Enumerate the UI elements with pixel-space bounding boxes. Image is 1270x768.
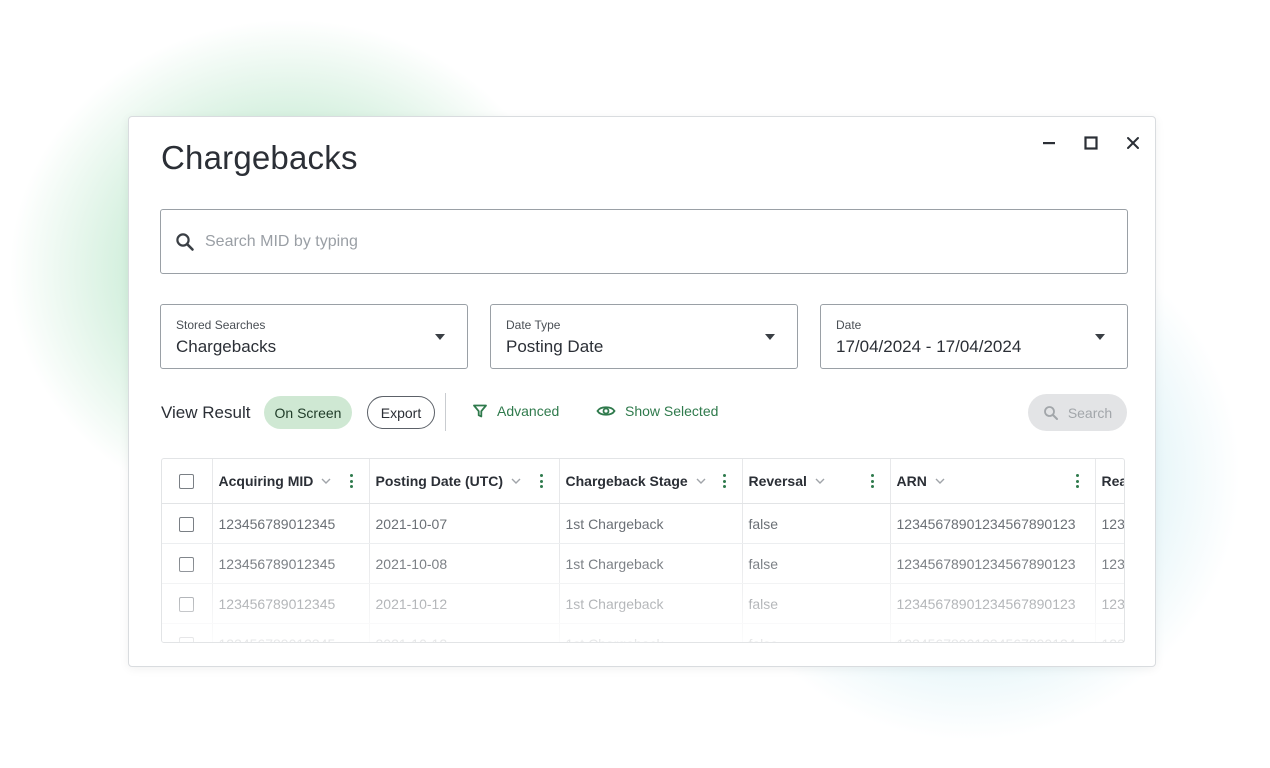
table-cell: 123456789012345: [212, 503, 370, 544]
date-range-select[interactable]: Date 17/04/2024 - 17/04/2024: [820, 304, 1128, 369]
caret-down-icon: [765, 334, 775, 340]
search-icon: [176, 232, 194, 251]
date-type-label: Date Type: [506, 318, 561, 332]
table-cell: 2021-10-07: [369, 503, 560, 544]
column-title: Acquiring MID: [218, 473, 314, 489]
mid-search-box[interactable]: [160, 209, 1128, 274]
search-button[interactable]: Search: [1028, 394, 1127, 431]
table-cell: 12345678901234567890123: [890, 503, 1096, 544]
table-row[interactable]: 123456789012345 2021-10-12 1st Chargebac…: [162, 583, 1124, 624]
column-header[interactable]: Posting Date (UTC): [369, 459, 560, 504]
column-header[interactable]: Rea: [1095, 459, 1125, 504]
table-cell: 12345678901234567890124: [890, 623, 1096, 642]
row-select-cell: [162, 623, 213, 642]
row-select-cell: [162, 543, 213, 584]
column-header[interactable]: Reversal: [742, 459, 891, 504]
maximize-button[interactable]: [1077, 131, 1105, 155]
stored-searches-value: Chargebacks: [176, 337, 277, 356]
close-button[interactable]: [1119, 131, 1147, 155]
table-cell: false: [742, 583, 891, 624]
row-checkbox[interactable]: [179, 636, 195, 642]
table-cell: 123456789012345: [212, 583, 370, 624]
stored-searches-select[interactable]: Stored Searches Chargebacks: [160, 304, 468, 369]
column-header[interactable]: ARN: [890, 459, 1096, 504]
caret-down-icon: [435, 334, 445, 340]
column-menu-icon[interactable]: [1071, 473, 1085, 489]
column-header[interactable]: Acquiring MID: [212, 459, 370, 504]
advanced-filter-button[interactable]: Advanced: [472, 401, 559, 421]
window-title: Chargebacks: [161, 139, 358, 176]
caret-down-icon: [1095, 334, 1105, 340]
table-cell: 12345678901234567890123: [890, 583, 1096, 624]
column-title: Reversal: [748, 473, 807, 489]
table-cell: 123: [1095, 623, 1124, 642]
column-menu-icon[interactable]: [866, 473, 880, 489]
column-title: Chargeback Stage: [565, 473, 688, 489]
close-icon: [1127, 137, 1139, 149]
maximize-icon: [1084, 136, 1098, 150]
row-select-cell: [162, 503, 213, 544]
table-cell: 12345678901234567890123: [890, 543, 1096, 584]
table-cell: 2021-10-12: [369, 623, 560, 642]
table-cell: 123: [1095, 543, 1124, 584]
date-value: 17/04/2024 - 17/04/2024: [836, 337, 1022, 356]
date-type-select[interactable]: Date Type Posting Date: [490, 304, 798, 369]
column-title: Rea: [1101, 473, 1125, 489]
column-title: Posting Date (UTC): [375, 473, 504, 489]
table-cell: 123456789012345: [212, 623, 370, 642]
chevron-down-icon[interactable]: [933, 474, 947, 488]
table-cell: 1st Chargeback: [559, 543, 743, 584]
mid-search-input[interactable]: [205, 232, 1085, 251]
column-menu-icon[interactable]: [535, 473, 549, 489]
table-cell: false: [742, 543, 891, 584]
show-selected-label: Show Selected: [625, 403, 719, 419]
table-cell: 2021-10-08: [369, 543, 560, 584]
search-button-label: Search: [1067, 404, 1113, 421]
chevron-down-icon[interactable]: [694, 474, 708, 488]
column-header[interactable]: Chargeback Stage: [559, 459, 743, 504]
view-result-label: View Result: [161, 403, 251, 422]
chevron-down-icon[interactable]: [509, 474, 523, 488]
column-title: ARN: [896, 473, 927, 489]
column-menu-icon[interactable]: [718, 473, 732, 489]
table-cell: false: [742, 623, 891, 642]
table-row[interactable]: 123456789012345 2021-10-12 1st Chargebac…: [162, 623, 1124, 642]
row-select-cell: [162, 583, 213, 624]
date-type-value: Posting Date: [506, 337, 604, 356]
chevron-down-icon[interactable]: [319, 474, 333, 488]
table-cell: 123456789012345: [212, 543, 370, 584]
table-cell: 123: [1095, 503, 1124, 544]
table-header-row: Acquiring MID Posting Date (UTC) Chargeb…: [162, 459, 1125, 504]
minimize-button[interactable]: [1035, 131, 1063, 155]
results-table: Acquiring MID Posting Date (UTC) Chargeb…: [162, 459, 1125, 642]
chargebacks-window: Chargebacks Stored Searches Chargebacks …: [128, 116, 1156, 667]
select-all-checkbox[interactable]: [179, 474, 195, 490]
table-cell: 1st Chargeback: [559, 623, 743, 642]
column-menu-icon[interactable]: [345, 473, 359, 489]
table-row[interactable]: 123456789012345 2021-10-08 1st Chargebac…: [162, 543, 1124, 584]
search-icon: [1043, 405, 1058, 420]
table-cell: 123: [1095, 583, 1124, 624]
stored-searches-label: Stored Searches: [176, 318, 266, 332]
table-cell: 1st Chargeback: [559, 583, 743, 624]
eye-icon: [596, 406, 616, 416]
table-row[interactable]: 123456789012345 2021-10-07 1st Chargebac…: [162, 503, 1124, 544]
table-cell: 2021-10-12: [369, 583, 560, 624]
select-all-cell: [162, 459, 213, 504]
toolbar-divider: [445, 393, 446, 431]
minimize-icon: [1043, 142, 1055, 145]
show-selected-button[interactable]: Show Selected: [596, 401, 718, 421]
filter-icon: [473, 404, 487, 418]
results-table-container: Acquiring MID Posting Date (UTC) Chargeb…: [161, 458, 1125, 643]
advanced-label: Advanced: [497, 403, 560, 419]
chevron-down-icon[interactable]: [813, 474, 827, 488]
on-screen-button[interactable]: On Screen: [264, 396, 352, 429]
row-checkbox[interactable]: [179, 516, 195, 532]
table-cell: false: [742, 503, 891, 544]
date-label: Date: [836, 318, 862, 332]
row-checkbox[interactable]: [179, 556, 195, 572]
export-button[interactable]: Export: [367, 396, 435, 429]
row-checkbox[interactable]: [179, 596, 195, 612]
table-cell: 1st Chargeback: [559, 503, 743, 544]
